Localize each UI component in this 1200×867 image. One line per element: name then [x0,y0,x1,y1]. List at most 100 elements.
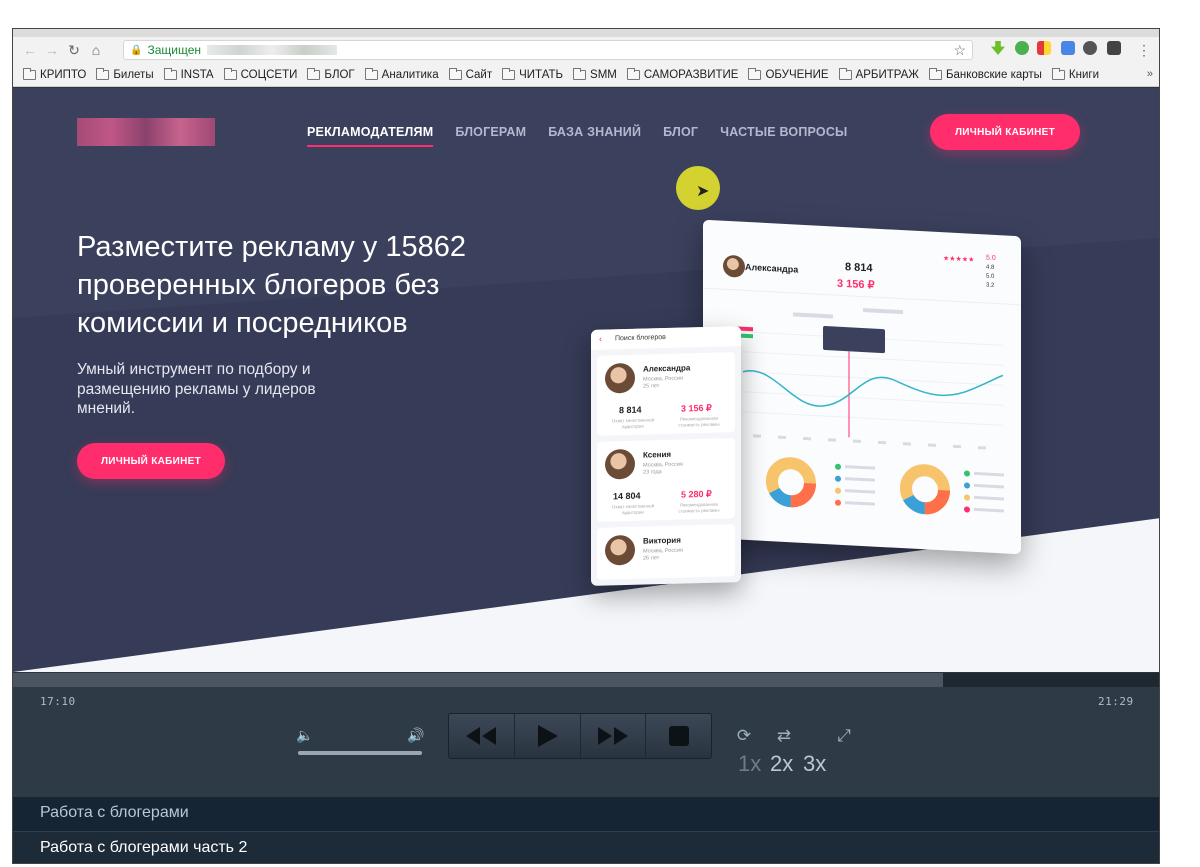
speed-3x[interactable]: 3x [803,751,826,777]
blogger-name: Александра [643,363,691,374]
bookmark-folder[interactable]: SMM [573,67,617,81]
repeat-button[interactable]: ⟳ [729,723,759,749]
nav-knowledge-base[interactable]: БАЗА ЗНАНИЙ [548,125,641,147]
avatar [605,448,635,480]
translate-extension-icon[interactable] [1061,41,1075,55]
address-bar[interactable]: 🔒 Защищен ☆ [123,40,973,60]
rewind-icon [466,727,497,745]
bookmarks-overflow-icon[interactable]: » [1147,68,1153,80]
bookmark-folder[interactable]: Билеты [96,67,154,81]
audience-caption: Охват качественной аудитории [611,417,655,430]
browser-tab-strip [13,29,1159,37]
shuffle-icon: ⇄ [776,726,792,745]
stop-button[interactable] [646,714,711,758]
folder-icon [23,67,36,80]
stop-icon [668,726,689,746]
fast-forward-button[interactable] [581,714,647,758]
folder-icon [448,67,462,80]
fast-forward-icon [597,727,628,745]
cabinet-button-top[interactable]: ЛИЧНЫЙ КАБИНЕТ [930,114,1080,150]
play-button[interactable] [515,714,581,758]
folder-icon [838,67,852,80]
nav-faq[interactable]: ЧАСТЫЕ ВОПРОСЫ [720,125,847,147]
reload-icon[interactable]: ↻ [63,39,85,61]
shuffle-button[interactable]: ⇄ [769,723,799,749]
fullscreen-icon: ⤢ [837,726,851,745]
bookmark-folder[interactable]: Банковские карты [928,67,1042,81]
blogger-card: Александра Москва, Россия 25 лет 8 814 3… [597,352,735,436]
playlist-item-active[interactable]: Работа с блогерами часть 2 [13,831,1159,863]
bookmark-label: БЛОГ [324,68,355,81]
playlist-item-title: Работа с блогерами часть 2 [40,839,248,856]
home-icon[interactable]: ⌂ [85,39,107,61]
blogger-card: Ксения Москва, Россия 23 года 14 804 5 2… [597,438,735,522]
blogger-card: Виктория Москва, Россия 26 лет [597,524,735,580]
blogger-city: Москва, Россия [643,461,683,469]
bookmark-folder[interactable]: Аналитика [364,67,439,81]
nav-blog[interactable]: БЛОГ [663,125,698,147]
speed-2x[interactable]: 2x [770,751,793,777]
bookmark-label: КРИПТО [40,68,87,81]
download-extension-icon[interactable] [991,41,1005,55]
volume-high-icon[interactable]: 🔊 [407,727,424,744]
bookmark-label: Аналитика [381,68,439,81]
volume-low-icon[interactable]: 🔈 [296,727,313,744]
flag-extension-icon[interactable] [1037,41,1051,55]
volume-slider-fill [298,751,422,755]
back-icon[interactable]: ← [19,39,41,61]
fullscreen-button[interactable]: ⤢ [829,723,859,749]
lock-icon: 🔒 [130,44,143,56]
bookmark-folder[interactable]: Книги [1051,67,1099,81]
bookmark-label: ЧИТАТЬ [519,68,564,81]
speed-1x[interactable]: 1x [738,751,761,777]
bookmark-label: Сайт [465,68,493,81]
forward-icon[interactable]: → [41,39,63,61]
back-chevron-icon: ‹ [599,333,602,344]
bookmark-label: АРБИТРАЖ [855,68,919,81]
blogger-city: Москва, Россия [643,547,683,555]
bookmark-folder[interactable]: БЛОГ [307,67,355,81]
bookmark-folder[interactable]: ЧИТАТЬ [502,67,564,81]
placeholder-bar [793,312,833,319]
blogger-price: 3 156 ₽ [681,402,712,414]
bookmark-label: Банковские карты [945,68,1042,81]
dashboard-mockup: Александра 8 814 3 156 ₽ ★★★★★ 5.0 4.8 5… [703,219,1021,555]
extension-icon[interactable] [1107,41,1121,55]
site-logo[interactable] [77,118,215,146]
app-window: ← → ↻ ⌂ 🔒 Защищен ☆ ⋮ КРИПТО Билеты INST… [12,28,1160,864]
bookmark-folder[interactable]: ОБУЧЕНИЕ [748,67,829,81]
bookmark-label: Билеты [113,68,154,81]
blogger-name: Виктория [643,535,681,546]
audience-caption: Охват качественной аудитории [611,503,655,516]
playlist-item[interactable]: Работа с блогерами [13,797,1159,831]
bookmark-folder[interactable]: КРИПТО [23,67,87,81]
dashboard-graphics [703,287,1021,515]
cabinet-button-hero[interactable]: ЛИЧНЫЙ КАБИНЕТ [77,443,225,479]
nav-advertisers[interactable]: РЕКЛАМОДАТЕЛЯМ [307,125,434,147]
menu-kebab-icon[interactable]: ⋮ [1133,39,1155,61]
avatar [605,362,635,394]
seek-bar-fill [13,673,943,687]
folder-icon [364,67,378,80]
bookmark-folder[interactable]: INSTA [163,67,214,81]
folder-icon [502,67,516,80]
browser-toolbar: ← → ↻ ⌂ 🔒 Защищен ☆ ⋮ [13,37,1159,63]
bookmark-folder[interactable]: СОЦСЕТИ [223,67,297,81]
folder-icon [163,67,177,80]
blogger-age: 25 лет [643,383,660,390]
blogger-audience: 8 814 [619,404,642,416]
bookmark-folder[interactable]: АРБИТРАЖ [838,67,919,81]
bookmark-label: САМОРАЗВИТИЕ [643,68,739,81]
refresh-extension-icon[interactable] [1015,41,1029,55]
nav-bloggers[interactable]: БЛОГЕРАМ [455,125,526,147]
placeholder-bar [863,308,903,315]
bookmark-star-icon[interactable]: ☆ [953,42,966,59]
chart-x-ticks [753,434,986,450]
rewind-button[interactable] [449,714,515,758]
bookmark-folder[interactable]: Сайт [448,67,493,81]
evernote-extension-icon[interactable] [1083,41,1097,55]
bookmark-folder[interactable]: САМОРАЗВИТИЕ [626,67,739,81]
blogger-price: 5 280 ₽ [681,488,712,500]
search-panel-title: Поиск блогеров [615,334,666,343]
chart-line [742,369,1004,407]
